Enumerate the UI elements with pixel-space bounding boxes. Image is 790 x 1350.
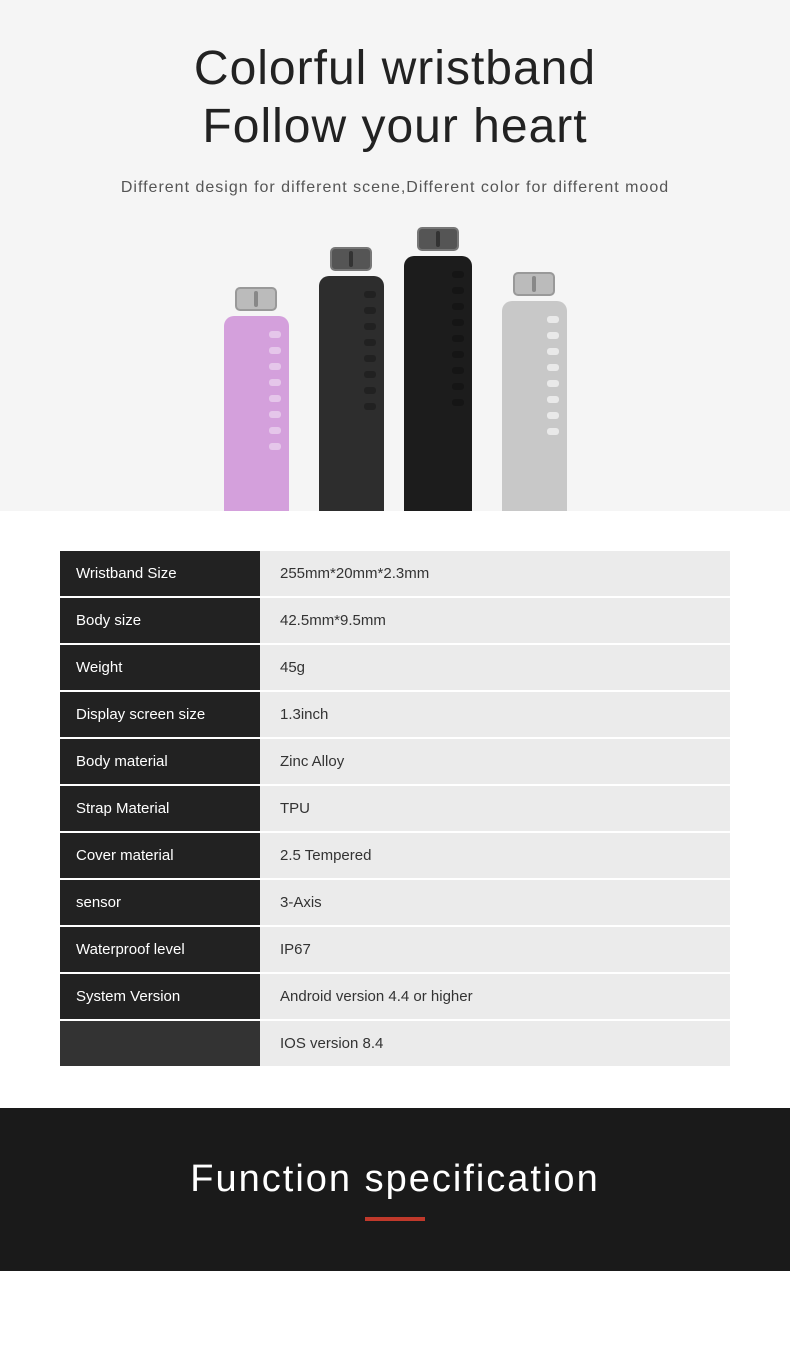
spec-value-body-material: Zinc Alloy [260,739,730,784]
spec-row-system-version: System Version Android version 4.4 or hi… [60,974,730,1019]
spec-value-body-size: 42.5mm*9.5mm [260,598,730,643]
bands-display [20,231,770,511]
spec-row-weight: Weight 45g [60,645,730,690]
specs-section: Wristband Size 255mm*20mm*2.3mm Body siz… [0,511,790,1108]
band-item-gray [502,271,567,511]
spec-value-cover-material: 2.5 Tempered [260,833,730,878]
spec-label-ios-empty [60,1021,260,1066]
spec-label-display-size: Display screen size [60,692,260,737]
spec-value-sensor: 3-Axis [260,880,730,925]
spec-value-wristband-size: 255mm*20mm*2.3mm [260,551,730,596]
function-section: Function specification [0,1108,790,1271]
spec-row-body-size: Body size 42.5mm*9.5mm [60,598,730,643]
spec-label-strap-material: Strap Material [60,786,260,831]
spec-label-waterproof: Waterproof level [60,927,260,972]
spec-value-display-size: 1.3inch [260,692,730,737]
hero-subtitle: Different design for different scene,Dif… [20,175,770,201]
spec-row-body-material: Body material Zinc Alloy [60,739,730,784]
spec-value-ios: IOS version 8.4 [260,1021,730,1066]
spec-label-sensor: sensor [60,880,260,925]
spec-label-wristband-size: Wristband Size [60,551,260,596]
spec-label-body-size: Body size [60,598,260,643]
function-underline [365,1217,425,1221]
band-item-lavender [224,286,289,511]
spec-row-strap-material: Strap Material TPU [60,786,730,831]
spec-value-weight: 45g [260,645,730,690]
spec-row-cover-material: Cover material 2.5 Tempered [60,833,730,878]
spec-row-waterproof: Waterproof level IP67 [60,927,730,972]
spec-value-strap-material: TPU [260,786,730,831]
spec-value-android: Android version 4.4 or higher [260,974,730,1019]
function-title: Function specification [20,1158,770,1201]
spec-row-sensor: sensor 3-Axis [60,880,730,925]
spec-value-waterproof: IP67 [260,927,730,972]
spec-label-cover-material: Cover material [60,833,260,878]
spec-label-body-material: Body material [60,739,260,784]
hero-section: Colorful wristband Follow your heart Dif… [0,0,790,511]
spec-label-weight: Weight [60,645,260,690]
spec-row-ios: IOS version 8.4 [60,1021,730,1066]
hero-title: Colorful wristband Follow your heart [20,40,770,155]
band-item-black1 [319,246,384,511]
spec-row-display-size: Display screen size 1.3inch [60,692,730,737]
spec-row-wristband-size: Wristband Size 255mm*20mm*2.3mm [60,551,730,596]
spec-label-system-version: System Version [60,974,260,1019]
band-item-black2 [404,226,472,511]
